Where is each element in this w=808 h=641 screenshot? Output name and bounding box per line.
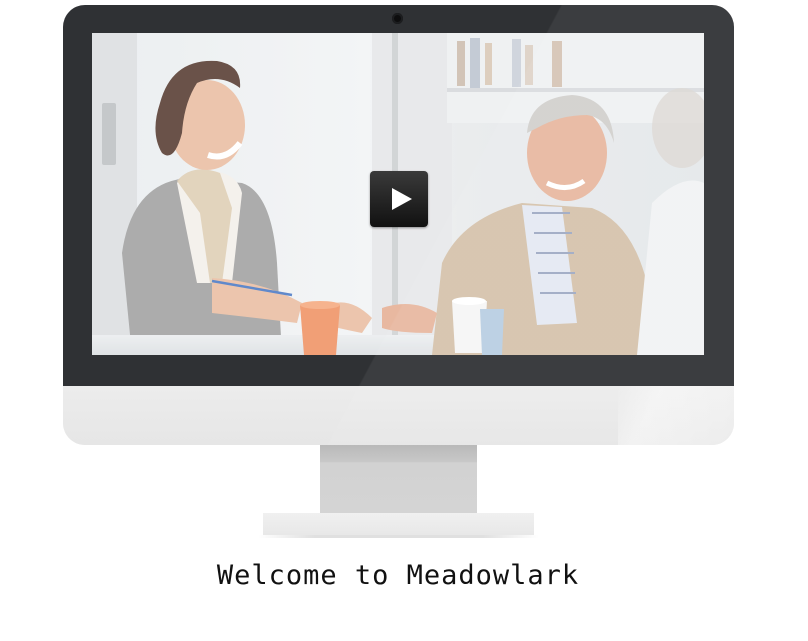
monitor bbox=[63, 5, 734, 445]
chin-highlight bbox=[618, 386, 734, 445]
stand-shadow bbox=[258, 535, 539, 538]
welcome-heading: Welcome to Meadowlark bbox=[216, 560, 580, 591]
play-icon bbox=[391, 188, 412, 210]
play-button[interactable] bbox=[370, 171, 428, 227]
monitor-stand-base bbox=[263, 513, 534, 535]
video-player[interactable] bbox=[92, 33, 704, 355]
camera-icon bbox=[392, 13, 403, 24]
monitor-stand-neck bbox=[320, 445, 477, 513]
